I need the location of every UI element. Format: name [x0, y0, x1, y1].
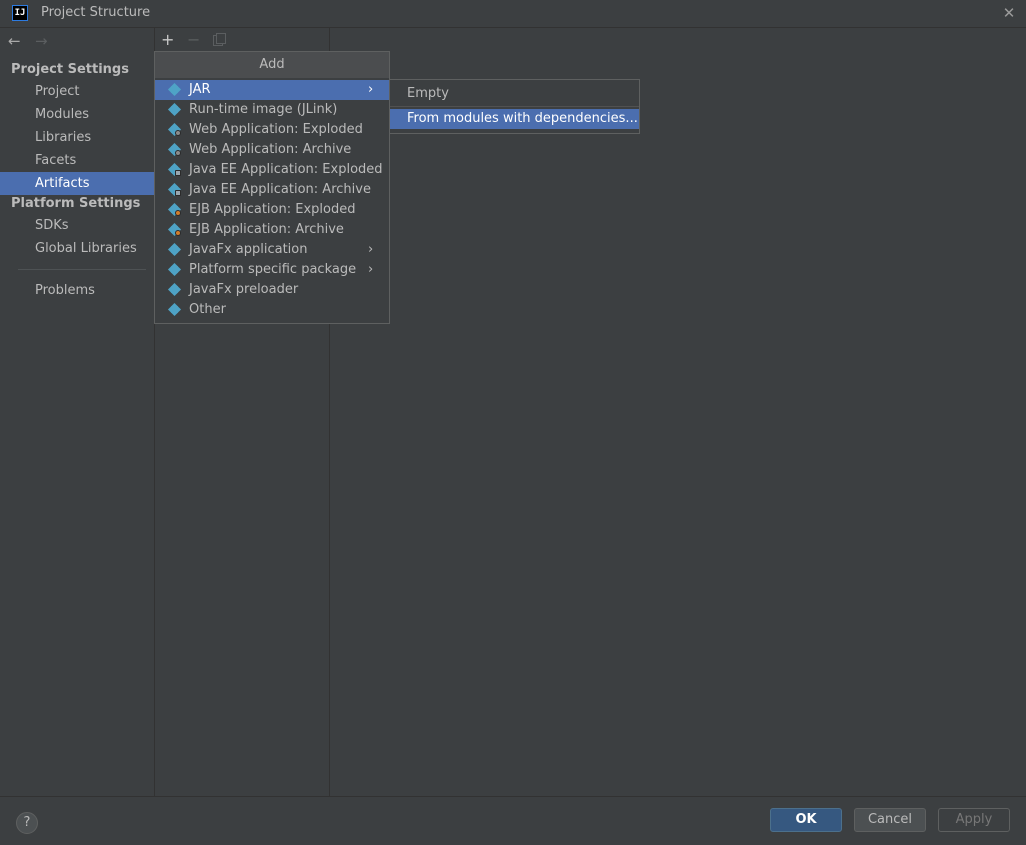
- jar-icon: [167, 82, 182, 97]
- project-settings-header: Project Settings: [11, 62, 129, 77]
- menu-item-label: JavaFx application: [189, 242, 308, 257]
- submenu-divider: [390, 106, 639, 107]
- close-icon[interactable]: ✕: [1000, 3, 1018, 23]
- menu-item-label: Platform specific package: [189, 262, 357, 277]
- menu-item-javaee-exploded[interactable]: Java EE Application: Exploded: [155, 160, 389, 180]
- web-archive-icon: [167, 142, 182, 157]
- submenu-item-empty[interactable]: Empty: [390, 84, 639, 104]
- jar-icon: [167, 282, 182, 297]
- ok-button[interactable]: OK: [770, 808, 842, 832]
- jar-submenu: Empty From modules with dependencies...: [389, 79, 640, 134]
- submenu-item-from-modules[interactable]: From modules with dependencies...: [390, 109, 639, 129]
- jar-icon: [167, 302, 182, 317]
- settings-sidebar: Project Settings Project Modules Librari…: [0, 58, 154, 796]
- menu-item-label: Run-time image (JLink): [189, 102, 338, 117]
- jar-icon: [167, 102, 182, 117]
- javaee-exploded-icon: [167, 162, 182, 177]
- javaee-archive-icon: [167, 182, 182, 197]
- apply-button[interactable]: Apply: [938, 808, 1010, 832]
- menu-item-javaee-archive[interactable]: Java EE Application: Archive: [155, 180, 389, 200]
- menu-item-platform-package[interactable]: Platform specific package ›: [155, 260, 389, 280]
- menu-item-ejb-exploded[interactable]: EJB Application: Exploded: [155, 200, 389, 220]
- chevron-right-icon: ›: [368, 82, 374, 97]
- menu-item-javafx-preloader[interactable]: JavaFx preloader: [155, 280, 389, 300]
- sidebar-item-problems[interactable]: Problems: [0, 279, 154, 302]
- menu-item-label: Other: [189, 302, 226, 317]
- chevron-right-icon: ›: [368, 262, 374, 277]
- title-bar: IJ Project Structure ✕: [0, 0, 1026, 28]
- sidebar-item-modules[interactable]: Modules: [0, 103, 154, 126]
- sidebar-divider: [18, 269, 146, 270]
- sidebar-item-sdks[interactable]: SDKs: [0, 214, 154, 237]
- popup-title: Add: [155, 52, 389, 78]
- copy-icon[interactable]: [213, 33, 226, 46]
- cancel-button[interactable]: Cancel: [854, 808, 926, 832]
- ejb-archive-icon: [167, 222, 182, 237]
- menu-item-web-exploded[interactable]: Web Application: Exploded: [155, 120, 389, 140]
- sidebar-item-artifacts[interactable]: Artifacts: [0, 172, 154, 195]
- remove-icon[interactable]: −: [187, 31, 200, 49]
- menu-item-label: JavaFx preloader: [189, 282, 299, 297]
- menu-item-other[interactable]: Other: [155, 300, 389, 320]
- add-artifact-popup: Add JAR › Run-time image (JLink) Web App…: [154, 51, 390, 324]
- sidebar-item-global-libraries[interactable]: Global Libraries: [0, 237, 154, 260]
- menu-item-label: EJB Application: Exploded: [189, 202, 356, 217]
- sidebar-item-facets[interactable]: Facets: [0, 149, 154, 172]
- help-icon[interactable]: ?: [16, 812, 38, 834]
- add-icon[interactable]: +: [161, 31, 174, 49]
- menu-item-runtime-image[interactable]: Run-time image (JLink): [155, 100, 389, 120]
- menu-item-jar[interactable]: JAR ›: [155, 80, 389, 100]
- menu-item-javafx-application[interactable]: JavaFx application ›: [155, 240, 389, 260]
- intellij-logo-icon: IJ: [12, 5, 28, 21]
- sidebar-item-project[interactable]: Project: [0, 80, 154, 103]
- window-title: Project Structure: [41, 5, 151, 20]
- jar-icon: [167, 242, 182, 257]
- menu-item-web-archive[interactable]: Web Application: Archive: [155, 140, 389, 160]
- chevron-right-icon: ›: [368, 242, 374, 257]
- menu-item-label: Web Application: Exploded: [189, 122, 363, 137]
- jar-icon: [167, 262, 182, 277]
- menu-item-label: EJB Application: Archive: [189, 222, 344, 237]
- ejb-exploded-icon: [167, 202, 182, 217]
- menu-item-label: Java EE Application: Exploded: [189, 162, 383, 177]
- menu-item-label: JAR: [189, 82, 211, 97]
- menu-item-ejb-archive[interactable]: EJB Application: Archive: [155, 220, 389, 240]
- menu-item-label: Java EE Application: Archive: [189, 182, 371, 197]
- back-arrow-icon[interactable]: ←: [8, 33, 21, 49]
- platform-settings-header: Platform Settings: [11, 196, 141, 211]
- sidebar-item-libraries[interactable]: Libraries: [0, 126, 154, 149]
- web-exploded-icon: [167, 122, 182, 137]
- forward-arrow-icon[interactable]: →: [35, 33, 48, 49]
- menu-item-label: Web Application: Archive: [189, 142, 352, 157]
